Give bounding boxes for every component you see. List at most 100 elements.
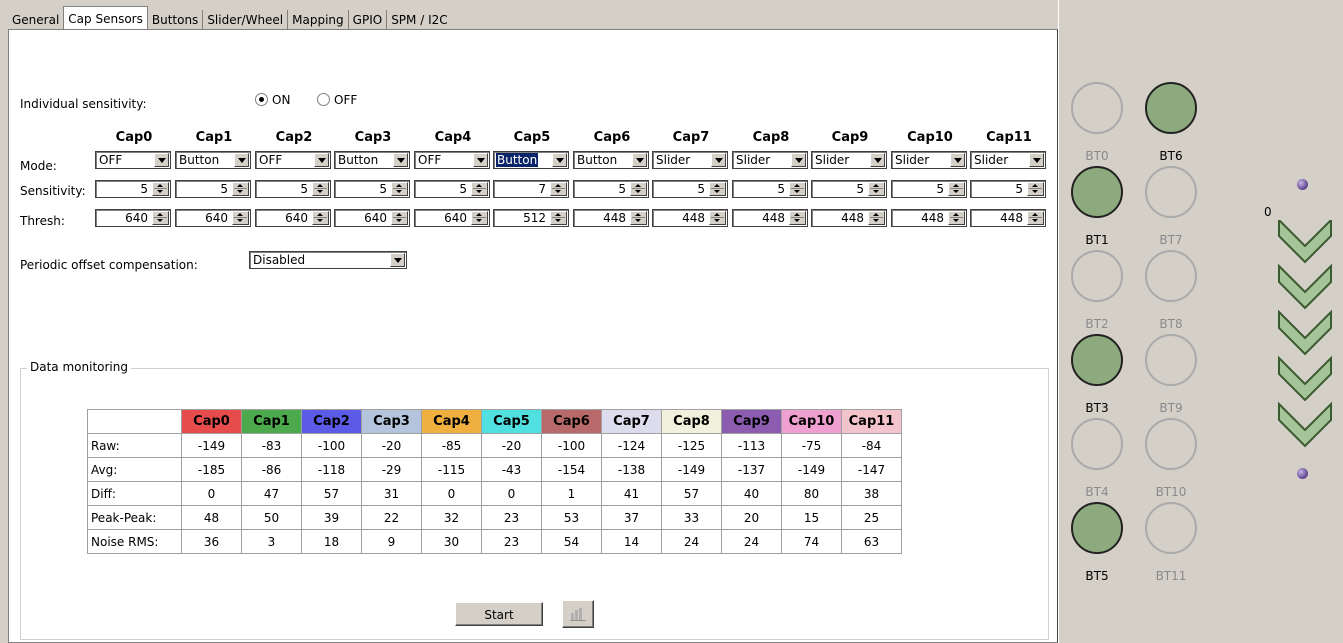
mode-select-4[interactable]: OFF — [414, 151, 490, 169]
thresh-spin-11[interactable]: 448 — [970, 209, 1046, 227]
tab-general[interactable]: General — [8, 10, 63, 30]
thresh-spin-1[interactable]: 640 — [175, 209, 251, 227]
tab-mapping[interactable]: Mapping — [287, 10, 348, 30]
thresh-spin-8[interactable]: 448 — [732, 209, 808, 227]
thresh-spin-3[interactable]: 640 — [334, 209, 410, 227]
tab-buttons[interactable]: Buttons — [148, 10, 202, 30]
chevron-down-icon[interactable] — [234, 153, 249, 167]
mode-select-0[interactable]: OFF — [95, 151, 171, 169]
tab-spm-i2c[interactable]: SPM / I2C — [386, 10, 451, 30]
mode-select-1[interactable]: Button — [175, 151, 251, 169]
radio-on-indicator[interactable] — [255, 93, 268, 106]
spin-arrows-icon[interactable] — [550, 211, 567, 225]
sensitivity-spin-7[interactable]: 5 — [652, 180, 728, 198]
thresh-spin-4[interactable]: 640 — [414, 209, 490, 227]
spin-value: 5 — [697, 182, 705, 196]
table-cell: 74 — [781, 529, 842, 554]
sensitivity-spin-3[interactable]: 5 — [334, 180, 410, 198]
radio-off[interactable]: OFF — [317, 93, 357, 107]
thresh-spin-10[interactable]: 448 — [891, 209, 967, 227]
mode-select-10[interactable]: Slider — [891, 151, 967, 169]
spin-arrows-icon[interactable] — [948, 182, 965, 196]
tab-gpio[interactable]: GPIO — [347, 10, 387, 30]
sensitivity-spin-1[interactable]: 5 — [175, 180, 251, 198]
spin-arrows-icon[interactable] — [471, 182, 488, 196]
chevron-down-icon[interactable] — [154, 153, 169, 167]
mode-select-2[interactable]: OFF — [255, 151, 331, 169]
spin-arrows-icon[interactable] — [630, 211, 647, 225]
sensitivity-spin-8[interactable]: 5 — [732, 180, 808, 198]
mode-value: Button — [338, 153, 379, 167]
mode-select-7[interactable]: Slider — [652, 151, 728, 169]
table-corner — [87, 409, 182, 434]
cap-sensors-page: Individual sensitivity: ON OFF Cap0 Cap1 C… — [8, 29, 1059, 643]
chevron-down-icon[interactable] — [393, 153, 408, 167]
start-button[interactable]: Start — [455, 602, 543, 626]
spin-arrows-icon[interactable] — [1027, 182, 1044, 196]
chevron-down-icon[interactable] — [314, 153, 329, 167]
mode-select-8[interactable]: Slider — [732, 151, 808, 169]
spin-arrows-icon[interactable] — [391, 211, 408, 225]
table-cell: -29 — [361, 457, 422, 482]
mode-select-6[interactable]: Button — [573, 151, 649, 169]
tab-slider-wheel[interactable]: Slider/Wheel — [202, 10, 287, 30]
spin-arrows-icon[interactable] — [709, 211, 726, 225]
thresh-spin-5[interactable]: 512 — [493, 209, 569, 227]
spin-arrows-icon[interactable] — [868, 182, 885, 196]
slider-top-led — [1297, 179, 1308, 190]
spin-arrows-icon[interactable] — [868, 211, 885, 225]
mode-select-9[interactable]: Slider — [811, 151, 887, 169]
mode-select-5[interactable]: Button — [493, 151, 569, 169]
spin-arrows-icon[interactable] — [789, 182, 806, 196]
chevron-down-icon[interactable] — [552, 153, 567, 167]
sensitivity-spin-6[interactable]: 5 — [573, 180, 649, 198]
chevron-down-icon[interactable] — [632, 153, 647, 167]
spin-arrows-icon[interactable] — [630, 182, 647, 196]
mode-select-3[interactable]: Button — [334, 151, 410, 169]
spin-arrows-icon[interactable] — [471, 211, 488, 225]
sensitivity-spin-10[interactable]: 5 — [891, 180, 967, 198]
sensitivity-spin-4[interactable]: 5 — [414, 180, 490, 198]
spin-value: 448 — [841, 211, 864, 225]
spin-arrows-icon[interactable] — [709, 182, 726, 196]
thresh-spin-2[interactable]: 640 — [255, 209, 331, 227]
offset-compensation-select[interactable]: Disabled — [249, 251, 407, 269]
radio-on[interactable]: ON — [255, 93, 290, 107]
spin-arrows-icon[interactable] — [232, 211, 249, 225]
thresh-spin-6[interactable]: 448 — [573, 209, 649, 227]
chart-button[interactable] — [562, 600, 594, 628]
thresh-spin-9[interactable]: 448 — [811, 209, 887, 227]
table-cell: 24 — [661, 529, 722, 554]
sensitivity-spin-5[interactable]: 7 — [493, 180, 569, 198]
spin-arrows-icon[interactable] — [312, 211, 329, 225]
chevron-down-icon[interactable] — [390, 253, 405, 267]
thresh-spin-7[interactable]: 448 — [652, 209, 728, 227]
spin-arrows-icon[interactable] — [232, 182, 249, 196]
cap-header-6: Cap6 — [593, 130, 631, 145]
chevron-down-icon[interactable] — [950, 153, 965, 167]
mode-select-11[interactable]: Slider — [970, 151, 1046, 169]
radio-off-label: OFF — [334, 93, 358, 107]
sensitivity-spin-2[interactable]: 5 — [255, 180, 331, 198]
tab-cap-sensors[interactable]: Cap Sensors — [63, 6, 148, 31]
chevron-down-icon[interactable] — [473, 153, 488, 167]
thresh-spin-0[interactable]: 640 — [95, 209, 171, 227]
spin-arrows-icon[interactable] — [152, 182, 169, 196]
spin-arrows-icon[interactable] — [391, 182, 408, 196]
table-cell: 57 — [661, 481, 722, 506]
sensitivity-spin-0[interactable]: 5 — [95, 180, 171, 198]
radio-off-indicator[interactable] — [317, 93, 330, 106]
sensitivity-spin-9[interactable]: 5 — [811, 180, 887, 198]
chevron-down-icon[interactable] — [711, 153, 726, 167]
spin-arrows-icon[interactable] — [789, 211, 806, 225]
spin-arrows-icon[interactable] — [948, 211, 965, 225]
chevron-down-icon[interactable] — [791, 153, 806, 167]
spin-arrows-icon[interactable] — [152, 211, 169, 225]
spin-arrows-icon[interactable] — [312, 182, 329, 196]
sensitivity-spin-11[interactable]: 5 — [970, 180, 1046, 198]
spin-arrows-icon[interactable] — [550, 182, 567, 196]
chevron-down-icon[interactable] — [870, 153, 885, 167]
button-indicator-label: BT9 — [1159, 401, 1183, 415]
spin-arrows-icon[interactable] — [1027, 211, 1044, 225]
chevron-down-icon[interactable] — [1029, 153, 1044, 167]
